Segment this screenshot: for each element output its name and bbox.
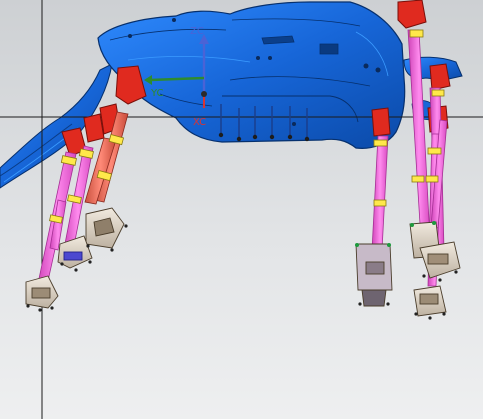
triad-origin: [201, 91, 207, 97]
right-locator-units[interactable]: [355, 221, 461, 317]
yc-axis-label: YC: [150, 88, 164, 99]
cad-viewport[interactable]: ZC YC XC: [0, 0, 483, 419]
left-arms[interactable]: [36, 145, 94, 291]
zc-axis-label: ZC: [190, 26, 204, 37]
3d-model-view[interactable]: ZC YC XC: [0, 0, 483, 419]
xc-axis-label: XC: [193, 117, 206, 128]
